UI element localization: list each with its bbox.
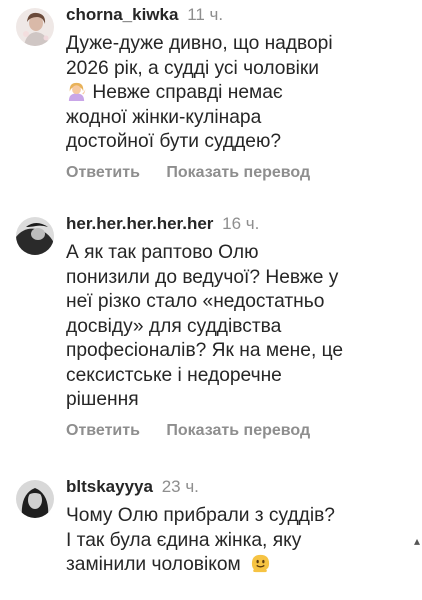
timestamp: 16 ч. xyxy=(222,214,260,233)
melting-face-icon xyxy=(252,554,270,573)
comment-line: досвіду» для суддівства xyxy=(66,315,282,337)
comment-body: bltskayyya 23 ч. Чому Олю прибрали з суд… xyxy=(66,476,410,578)
comment-line: достойної бути суддею? xyxy=(66,131,282,152)
comment-body: her.her.her.her.her 16 ч. А як так рапто… xyxy=(66,213,410,441)
comment-line-text: Невже справді немає xyxy=(92,82,283,103)
comment-line: жодної жінки-кулінара xyxy=(66,106,262,128)
comment-text: Чому Олю прибрали з суддів? І так була є… xyxy=(66,504,410,578)
avatar[interactable] xyxy=(16,8,54,46)
show-translation-button[interactable]: Показать перевод xyxy=(166,164,310,181)
comment-line-with-emoji: Невже справді немає xyxy=(66,81,410,106)
show-translation-button[interactable]: Показать перевод xyxy=(166,422,310,439)
username[interactable]: chorna_kiwka xyxy=(66,5,178,24)
comment-meta: chorna_kiwka 11 ч. xyxy=(66,4,410,26)
scroll-edge-mark: ▴ xyxy=(413,534,420,548)
reply-button[interactable]: Ответить xyxy=(66,164,140,181)
comment-line: сексистське і недоречне xyxy=(66,364,282,386)
comment-line: понизили до ведучої? Невже у xyxy=(66,266,339,288)
comment-text: А як так раптово Олю понизили до ведучої… xyxy=(66,241,410,413)
comment-actions: Ответить Показать перевод xyxy=(66,421,410,441)
comment-line-with-emoji: замінили чоловіком xyxy=(66,553,410,578)
username[interactable]: her.her.her.her.her xyxy=(66,214,213,233)
comment-body: chorna_kiwka 11 ч. Дуже-дуже дивно, що н… xyxy=(66,4,410,183)
comment-line: Чому Олю прибрали з суддів? xyxy=(66,505,335,526)
comment-line: рішення xyxy=(66,389,139,410)
comment-line-text: замінили чоловіком xyxy=(66,554,241,575)
comment-line: Дуже-дуже дивно, що надворі xyxy=(66,33,333,54)
avatar[interactable] xyxy=(16,217,54,255)
woman-tipping-hand-icon xyxy=(68,82,86,102)
reply-button[interactable]: Ответить xyxy=(66,422,140,439)
comment-line: І так була єдина жінка, яку xyxy=(66,529,302,551)
comment-meta: bltskayyya 23 ч. xyxy=(66,476,410,498)
comment-meta: her.her.her.her.her 16 ч. xyxy=(66,213,410,235)
comment-actions: Ответить Показать перевод xyxy=(66,163,410,183)
username[interactable]: bltskayyya xyxy=(66,477,153,496)
comment-line: 2026 рік, а судді усі чоловіки xyxy=(66,57,320,79)
comment-text: Дуже-дуже дивно, що надворі 2026 рік, а … xyxy=(66,32,410,155)
comment-line: професіоналів? Як на мене, це xyxy=(66,340,344,361)
comment-line: неї різко стало «недостатньо xyxy=(66,291,325,312)
avatar[interactable] xyxy=(16,480,54,518)
timestamp: 23 ч. xyxy=(161,477,199,496)
timestamp: 11 ч. xyxy=(187,5,224,24)
comment-line: А як так раптово Олю xyxy=(66,242,259,263)
